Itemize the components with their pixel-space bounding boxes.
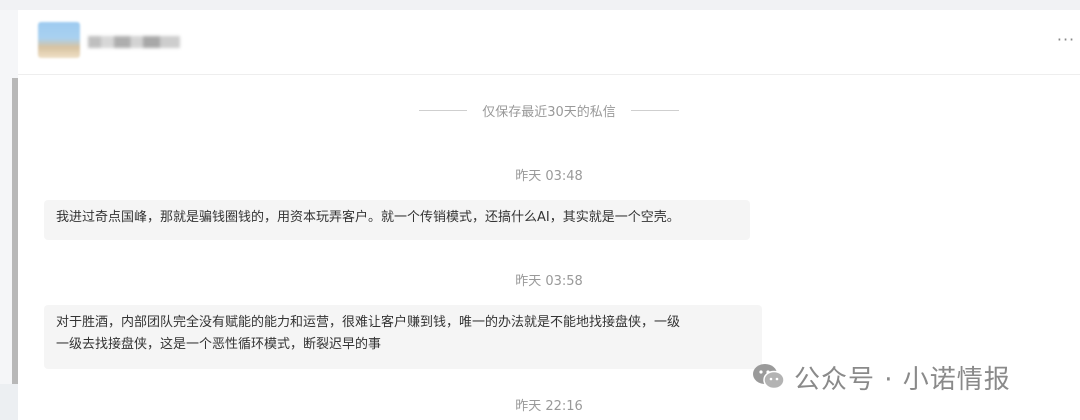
contact-name-blurred xyxy=(88,36,180,48)
chat-header: ··· xyxy=(18,10,1080,75)
retention-notice: 仅保存最近30天的私信 xyxy=(18,100,1080,122)
message-text: 我进过奇点国峰，那就是骗钱圈钱的，用资本玩弄客户。就一个传销模式，还搞什么AI，… xyxy=(56,210,680,225)
message-timestamp: 昨天 03:48 xyxy=(515,169,583,184)
message-text-line: 对于胜酒，内部团队完全没有赋能的能力和运营，很难让客户赚到钱，唯一的办法就是不能… xyxy=(56,315,681,330)
message-bubble[interactable]: 我进过奇点国峰，那就是骗钱圈钱的，用资本玩弄客户。就一个传销模式，还搞什么AI，… xyxy=(44,200,750,240)
message-timestamp: 昨天 22:16 xyxy=(515,399,583,414)
message-text-line: 一级去找接盘侠，这是一个恶性循环模式，断裂迟早的事 xyxy=(56,337,382,352)
left-sidebar-footer xyxy=(0,384,18,420)
watermark: 公众号 · 小诺情报 xyxy=(752,360,1011,395)
top-strip xyxy=(0,0,1080,10)
message-timestamp: 昨天 03:58 xyxy=(515,274,583,289)
divider-right xyxy=(630,110,679,111)
wechat-icon xyxy=(752,362,786,392)
avatar[interactable] xyxy=(38,22,80,58)
more-options-icon[interactable]: ··· xyxy=(1054,28,1078,52)
retention-notice-text: 仅保存最近30天的私信 xyxy=(482,105,616,120)
message-bubble[interactable]: 对于胜酒，内部团队完全没有赋能的能力和运营，很难让客户赚到钱，唯一的办法就是不能… xyxy=(44,305,762,369)
watermark-text: 公众号 · 小诺情报 xyxy=(794,364,1011,395)
divider-left xyxy=(419,110,468,111)
